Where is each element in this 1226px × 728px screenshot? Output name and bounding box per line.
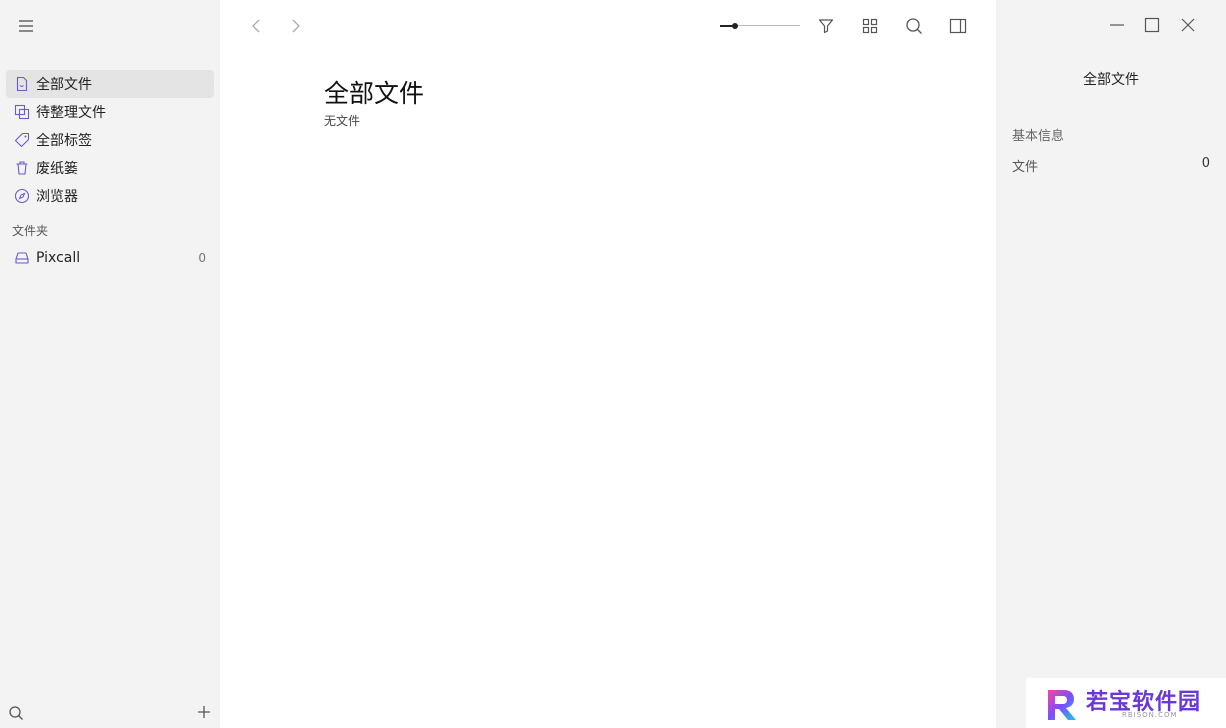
info-row-value: 0 <box>1201 156 1210 171</box>
minimize-icon <box>1110 24 1124 26</box>
file-count-status: 无文件 <box>324 114 361 128</box>
page-title: 全部文件 <box>324 79 425 108</box>
trash-icon <box>14 160 30 176</box>
sidebar-item-unsorted[interactable]: 待整理文件 <box>6 98 214 126</box>
info-panel-title: 全部文件 <box>1083 72 1139 88</box>
folder-label: Pixcall <box>36 250 81 266</box>
info-row-label: 文件 <box>1012 160 1039 175</box>
drive-icon <box>14 250 30 266</box>
watermark-subtext: RBISON.COM <box>1122 711 1178 719</box>
search-icon <box>906 18 922 34</box>
sidebar: 全部文件 待整理文件 全部标签 废纸篓 浏览器 文件夹 Pixcall 0 <box>0 0 220 728</box>
compass-icon <box>14 188 30 204</box>
watermark: 若宝软件园 RBISON.COM <box>1026 678 1226 728</box>
sidebar-item-label: 全部文件 <box>36 77 92 93</box>
add-icon[interactable] <box>196 704 212 720</box>
info-panel: 全部文件 基本信息 文件 0 <box>996 0 1226 728</box>
sidebar-item-all-files[interactable]: 全部文件 <box>6 70 214 98</box>
zoom-slider-track <box>735 25 800 26</box>
grid-view-button[interactable] <box>860 16 880 36</box>
watermark-logo-icon <box>1044 686 1082 722</box>
toggle-panel-button[interactable] <box>948 16 968 36</box>
panel-icon <box>949 18 967 34</box>
folder-count: 0 <box>198 251 206 265</box>
maximize-button[interactable] <box>1143 16 1161 34</box>
maximize-icon <box>1144 17 1160 33</box>
info-section-label: 基本信息 <box>1012 129 1065 144</box>
sidebar-item-tags[interactable]: 全部标签 <box>6 126 214 154</box>
forward-button[interactable] <box>285 16 305 36</box>
menu-icon[interactable] <box>16 16 36 36</box>
sidebar-item-label: 全部标签 <box>36 133 92 149</box>
sidebar-item-label: 废纸篓 <box>36 161 78 177</box>
back-button[interactable] <box>247 16 267 36</box>
minimize-button[interactable] <box>1108 16 1126 34</box>
filter-icon <box>818 19 834 34</box>
copy-icon <box>14 104 30 120</box>
grid-icon <box>862 18 878 34</box>
tag-icon <box>14 132 30 148</box>
filter-button[interactable] <box>816 16 836 36</box>
sidebar-item-trash[interactable]: 废纸篓 <box>6 154 214 182</box>
sidebar-item-label: 浏览器 <box>36 189 78 205</box>
info-row-files: 文件 0 <box>1012 156 1210 175</box>
main-content: 全部文件 无文件 <box>220 0 996 728</box>
folder-item-pixcall[interactable]: Pixcall 0 <box>6 244 214 272</box>
close-icon <box>1181 18 1195 32</box>
zoom-slider[interactable] <box>720 23 800 29</box>
folders-section-label: 文件夹 <box>12 224 49 238</box>
sidebar-nav: 全部文件 待整理文件 全部标签 废纸篓 浏览器 <box>6 70 214 210</box>
zoom-slider-thumb[interactable] <box>732 23 738 29</box>
sidebar-item-label: 待整理文件 <box>36 105 106 121</box>
sidebar-item-browser[interactable]: 浏览器 <box>6 182 214 210</box>
search-button[interactable] <box>904 16 924 36</box>
search-icon[interactable] <box>8 705 24 721</box>
file-icon <box>14 76 30 92</box>
close-button[interactable] <box>1179 16 1197 34</box>
